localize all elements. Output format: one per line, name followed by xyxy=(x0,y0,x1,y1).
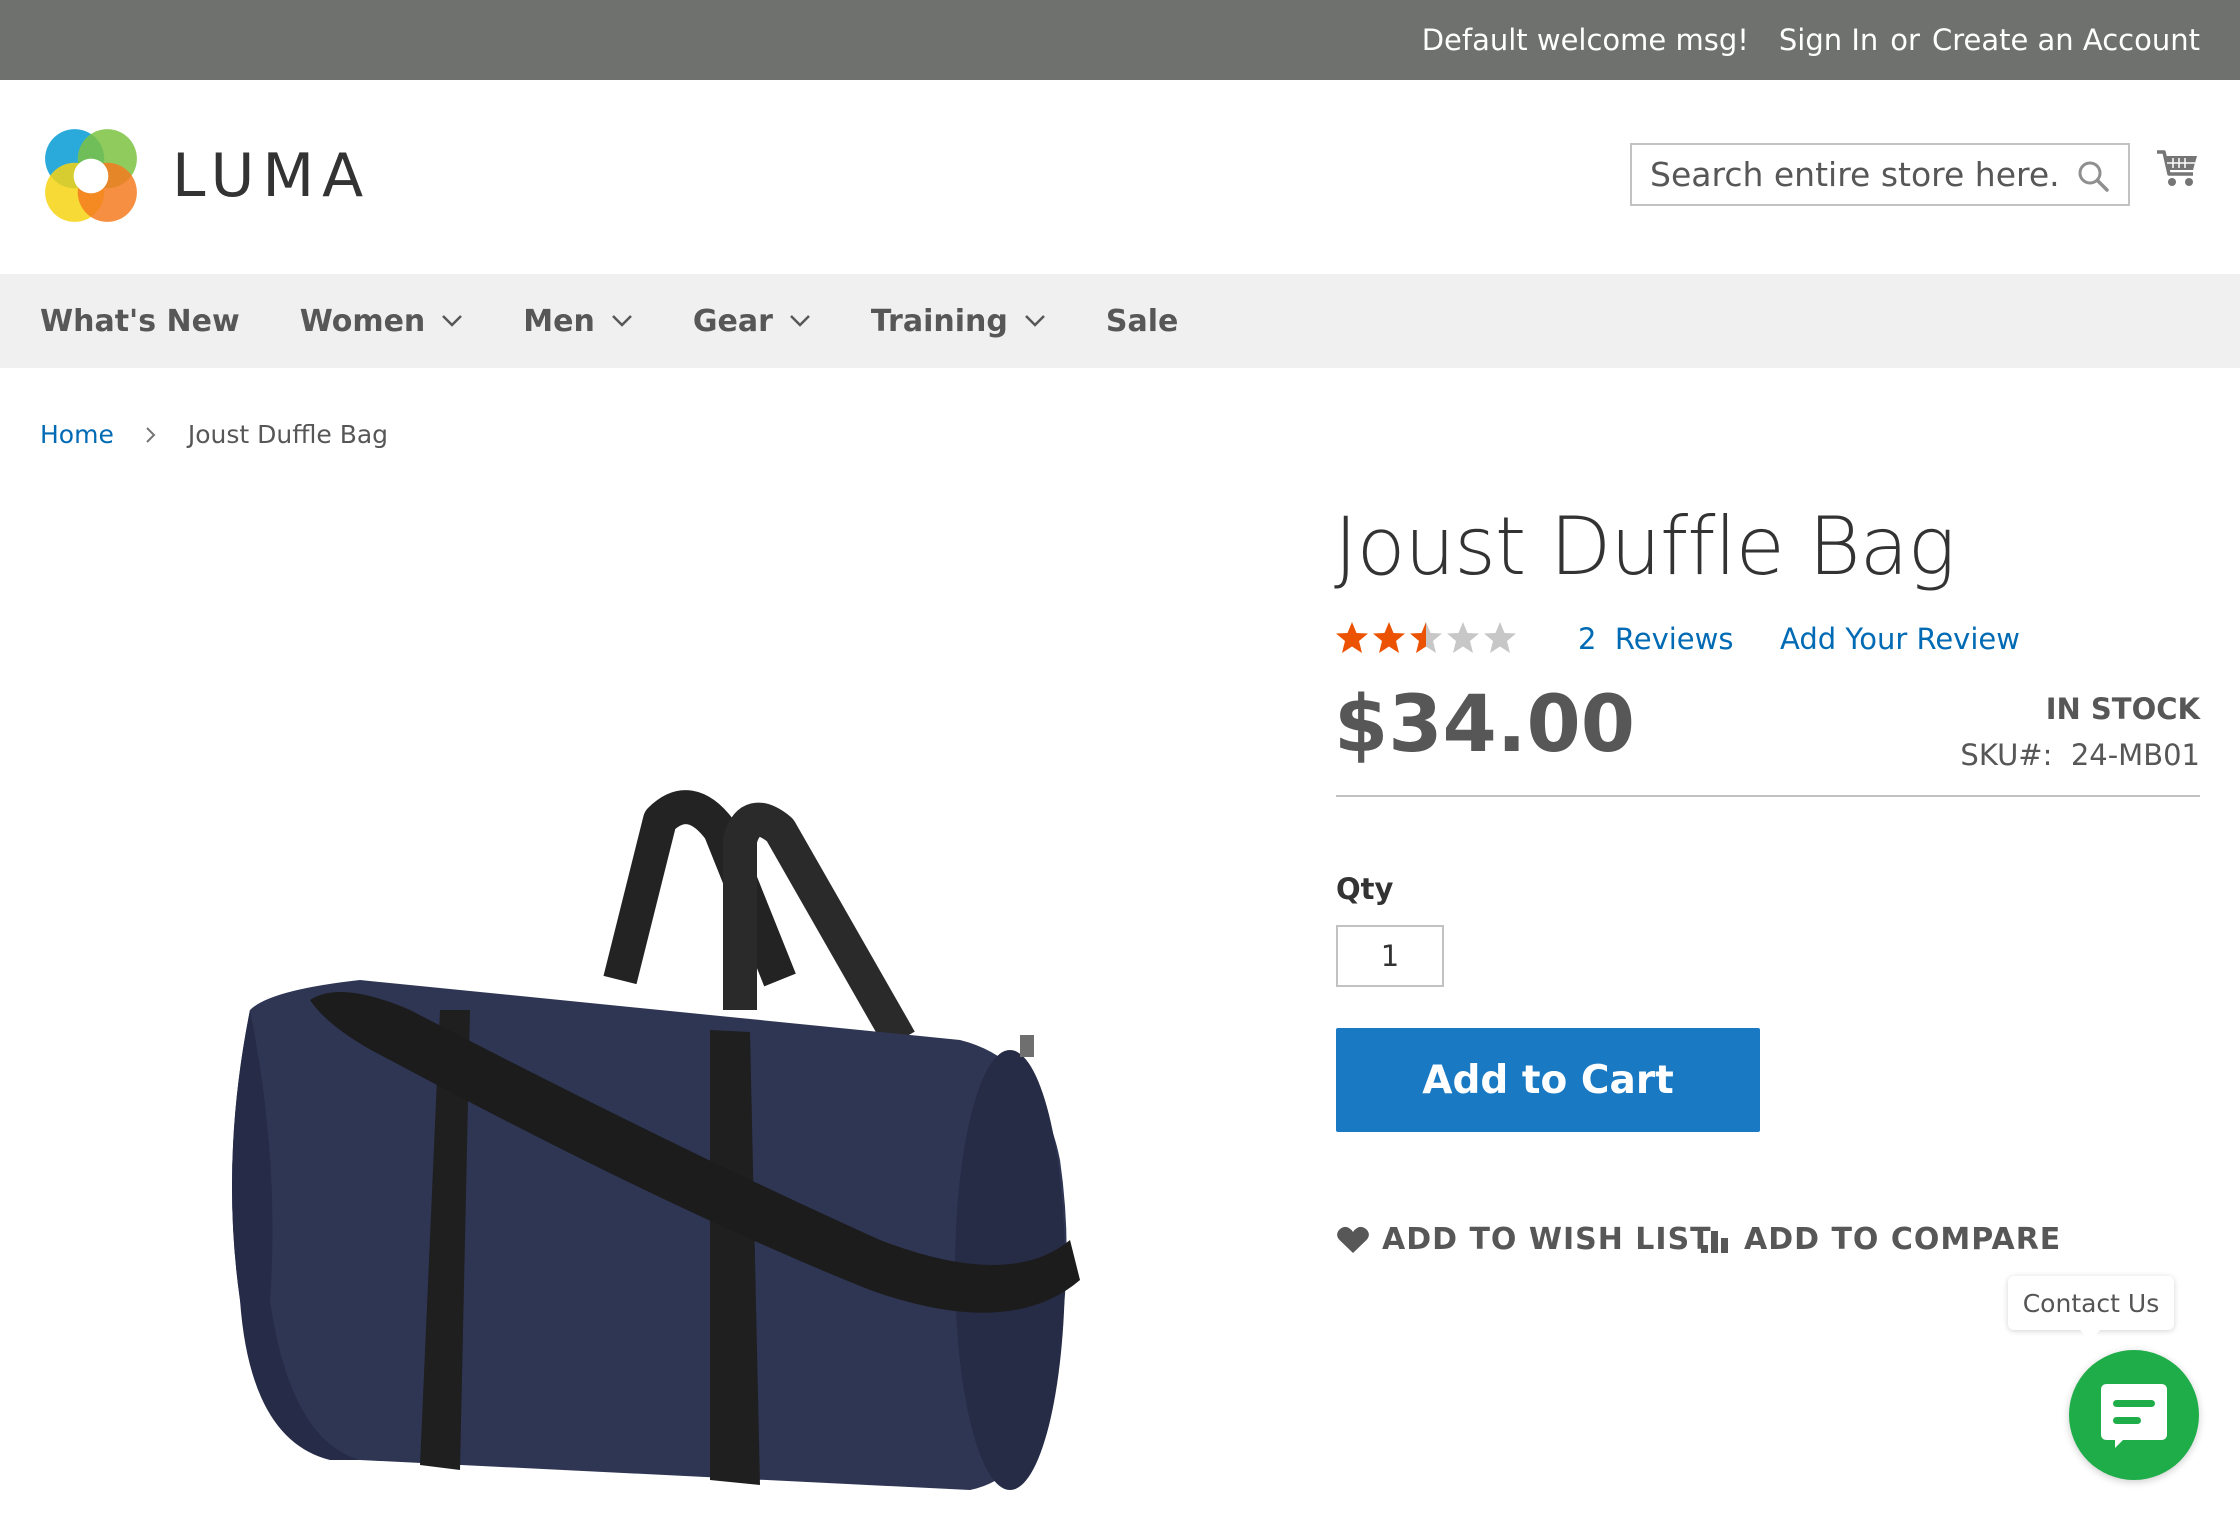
star-icon xyxy=(1410,622,1442,653)
nav-label: Training xyxy=(870,303,1008,339)
add-to-cart-button[interactable]: Add to Cart xyxy=(1336,1028,1760,1132)
add-to-compare-link[interactable]: Add to Compare xyxy=(1698,1222,2061,1257)
search-input[interactable] xyxy=(1650,155,2060,194)
chevron-down-icon xyxy=(611,315,632,327)
contact-tooltip[interactable]: Contact Us xyxy=(2008,1276,2174,1340)
chat-button[interactable] xyxy=(2069,1350,2199,1480)
nav-label: Sale xyxy=(1105,303,1179,339)
header-links: Default welcome msg! Sign In or Create a… xyxy=(1422,0,2200,80)
breadcrumb: Home Joust Duffle Bag xyxy=(40,420,388,449)
qty-label: Qty xyxy=(1336,872,1394,906)
heart-icon xyxy=(1337,1226,1369,1253)
nav-whats-new[interactable]: What's New xyxy=(40,304,240,339)
star-icon xyxy=(1447,622,1479,653)
logo[interactable]: LUMA xyxy=(40,125,371,227)
add-to-wishlist-link[interactable]: Add to Wish List xyxy=(1336,1222,1712,1257)
wishlist-label: Add to Wish List xyxy=(1382,1222,1712,1257)
logo-text: LUMA xyxy=(172,141,372,211)
sku-label: SKU#: xyxy=(1960,738,2053,772)
main-nav: What's New Women Men Gear Training Sale xyxy=(0,274,2240,368)
compare-icon xyxy=(1701,1230,1728,1253)
nav-sale[interactable]: Sale xyxy=(1106,304,1178,339)
sku-value: 24-MB01 xyxy=(2070,738,2200,772)
chevron-down-icon xyxy=(789,315,810,327)
product-price: $34.00 xyxy=(1334,680,1635,770)
welcome-message: Default welcome msg! xyxy=(1421,23,1749,57)
chat-icon xyxy=(2101,1384,2167,1448)
reviews-link[interactable]: 2 Reviews xyxy=(1578,622,1733,656)
luma-logo-icon xyxy=(45,129,137,222)
search-icon[interactable] xyxy=(2076,159,2110,193)
nav-training[interactable]: Training xyxy=(871,304,1046,339)
compare-label: Add to Compare xyxy=(1744,1222,2062,1257)
nav-men[interactable]: Men xyxy=(523,304,633,339)
divider xyxy=(1336,795,2200,797)
nav-label: Gear xyxy=(692,303,773,339)
page-title: Joust Duffle Bag xyxy=(1334,500,1956,593)
nav-women[interactable]: Women xyxy=(300,304,464,339)
cart-icon[interactable] xyxy=(2155,146,2199,190)
product-image[interactable] xyxy=(180,680,1140,1520)
top-panel: Default welcome msg! Sign In or Create a… xyxy=(0,0,2240,80)
rating-stars xyxy=(1334,620,1518,656)
qty-input[interactable] xyxy=(1336,925,1444,987)
sign-in-link[interactable]: Sign In xyxy=(1779,23,1878,57)
breadcrumb-current: Joust Duffle Bag xyxy=(187,420,389,449)
chevron-down-icon xyxy=(1024,315,1045,327)
create-account-link[interactable]: Create an Account xyxy=(1932,23,2200,57)
header: LUMA xyxy=(0,80,2240,274)
product-sku: SKU#: 24-MB01 xyxy=(1960,738,2200,772)
or-separator: or xyxy=(1890,23,1920,57)
reviews-label: Reviews xyxy=(1614,622,1734,656)
search-box xyxy=(1630,143,2130,206)
nav-label: What's New xyxy=(40,303,240,339)
nav-gear[interactable]: Gear xyxy=(693,304,811,339)
star-icon xyxy=(1484,622,1516,653)
chevron-down-icon xyxy=(442,315,463,327)
nav-label: Men xyxy=(523,303,595,339)
star-icon xyxy=(1336,622,1368,653)
add-review-link[interactable]: Add Your Review xyxy=(1780,622,2020,656)
reviews-count: 2 xyxy=(1578,622,1597,656)
breadcrumb-home[interactable]: Home xyxy=(40,420,114,449)
stock-status: In stock xyxy=(2045,692,2200,726)
nav-label: Women xyxy=(299,303,426,339)
star-icon xyxy=(1373,622,1405,653)
chevron-right-icon xyxy=(146,426,156,443)
